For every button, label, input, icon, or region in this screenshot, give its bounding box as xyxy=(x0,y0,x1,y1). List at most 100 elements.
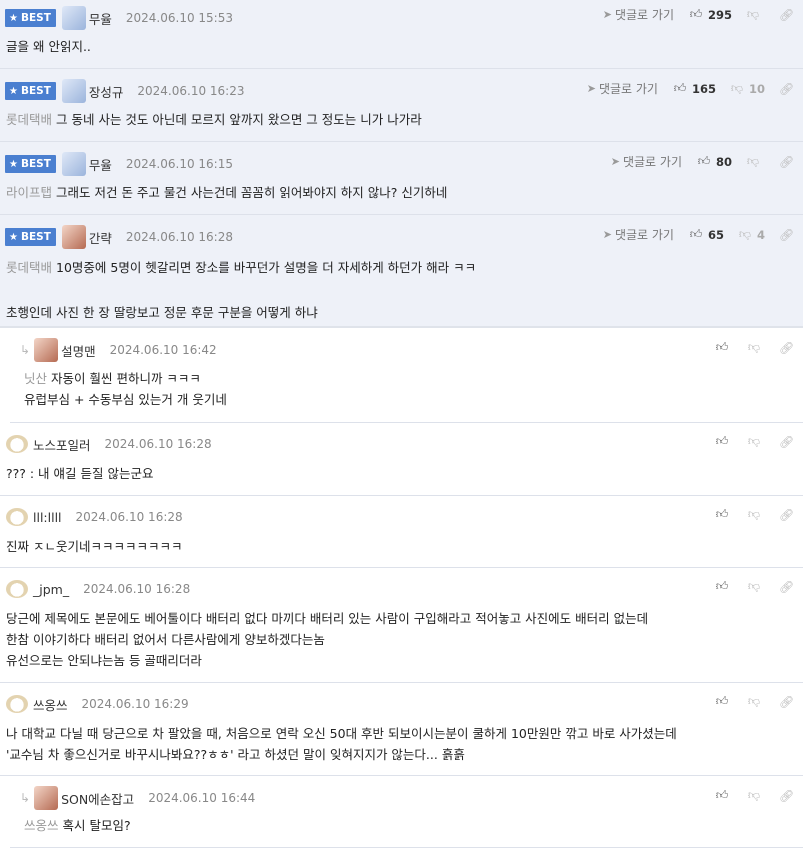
dislike-count: 10 xyxy=(748,81,765,96)
like-count: 295 xyxy=(707,7,732,22)
nickname[interactable]: 설명맨 xyxy=(61,341,96,360)
link-icon[interactable]: 🔗︎ xyxy=(779,155,794,169)
link-icon[interactable]: 🔗︎ xyxy=(779,435,794,449)
thumbs-up-icon[interactable]: 👍︎ xyxy=(715,507,729,522)
nickname[interactable]: 쓰옹쓰 xyxy=(33,695,68,714)
go-to-reply-link[interactable]: ➤ 댓글로 가기 xyxy=(603,226,674,243)
link-icon[interactable]: 🔗︎ xyxy=(779,508,794,522)
thumbs-down-icon: 👎︎ xyxy=(746,154,760,168)
avatar[interactable] xyxy=(34,338,59,362)
best-badge: ★ BEST xyxy=(5,82,56,100)
nickname[interactable]: 간략 xyxy=(89,228,112,247)
comment-body: 롯데택배 10명중에 5명이 헷갈리면 장소를 바꾸던가 설명을 더 자세하게 하… xyxy=(6,260,477,320)
comment-date: 2024.06.10 16:29 xyxy=(81,697,189,711)
comment-body: 글을 왜 안읽지.. xyxy=(6,39,91,54)
reply-comment: ↳ 설명맨 2024.06.10 16:42 👍︎ 👎︎ 🔗︎ 닛산 자동이 훨씬… xyxy=(10,328,803,423)
best-badge: ★ BEST xyxy=(5,155,56,173)
thumbs-up-icon: 👍︎ xyxy=(697,154,711,168)
comment-date: 2024.06.10 15:53 xyxy=(125,11,233,25)
nickname[interactable]: 노스포일러 xyxy=(33,435,91,454)
link-icon[interactable]: 🔗︎ xyxy=(779,580,794,594)
reply-arrow-icon: ➤ xyxy=(602,8,612,21)
link-icon[interactable]: 🔗︎ xyxy=(779,341,794,355)
avatar[interactable] xyxy=(6,577,30,601)
star-icon: ★ xyxy=(9,231,18,243)
comment-date: 2024.06.10 16:28 xyxy=(125,230,233,244)
go-to-reply-link[interactable]: ➤ 댓글로 가기 xyxy=(611,153,682,170)
comment-list: ★ BEST 무율 2024.06.10 15:53 ➤ 댓글로 가기 👍︎ 295 … xyxy=(0,0,803,848)
comment-body: 롯데택배 그 동네 사는 것도 아닌데 모르지 앞까지 왔으면 그 정도는 니가 … xyxy=(6,112,422,127)
link-icon[interactable]: 🔗︎ xyxy=(779,228,794,242)
comment: 노스포일러 2024.06.10 16:28 👍︎ 👎︎ 🔗︎ ??? : 내 … xyxy=(0,423,803,496)
go-to-reply-link[interactable]: ➤ 댓글로 가기 xyxy=(603,6,674,23)
reply-arrow-icon: ➤ xyxy=(602,228,612,241)
user-tag: 쓰옹쓰 xyxy=(24,818,59,833)
nickname[interactable]: lll:llll xyxy=(33,510,62,525)
avatar[interactable] xyxy=(34,786,59,810)
comment-body: ??? : 내 얘길 듣질 않는군요 xyxy=(6,466,154,481)
thumbs-down-icon[interactable]: 👎︎ xyxy=(747,579,761,594)
thumbs-up-icon[interactable]: 👍︎ xyxy=(715,788,729,803)
comment-body: 쓰옹쓰 혹시 탈모임? xyxy=(24,818,131,833)
thumbs-down-icon: 👎︎ xyxy=(746,7,760,21)
thumbs-up-icon[interactable]: 👍︎ xyxy=(715,694,729,709)
nickname[interactable]: SON에손잡고 xyxy=(61,789,134,808)
reply-indicator-icon: ↳ xyxy=(20,791,31,805)
like-button[interactable]: 👍︎ 65 xyxy=(689,227,738,242)
nickname[interactable]: 무율 xyxy=(89,155,112,174)
best-comment: ★ BEST 무율 2024.06.10 16:15 ➤ 댓글로 가기 👍︎ 80 👎… xyxy=(0,142,803,215)
avatar[interactable] xyxy=(61,79,86,103)
comment-date: 2024.06.10 16:44 xyxy=(148,791,256,805)
thumbs-up-icon[interactable]: 👍︎ xyxy=(715,340,729,355)
best-comment: ★ BEST 무율 2024.06.10 15:53 ➤ 댓글로 가기 👍︎ 295 … xyxy=(0,0,803,69)
dislike-button[interactable]: 👎︎ xyxy=(746,154,779,169)
thumbs-up-icon[interactable]: 👍︎ xyxy=(715,434,729,449)
avatar[interactable] xyxy=(6,692,30,716)
link-icon[interactable]: 🔗︎ xyxy=(779,695,794,709)
comment-date: 2024.06.10 16:23 xyxy=(137,84,245,98)
link-icon[interactable]: 🔗︎ xyxy=(779,8,794,22)
thumbs-up-icon: 👍︎ xyxy=(673,81,687,95)
like-count: 80 xyxy=(715,154,732,169)
link-icon[interactable]: 🔗︎ xyxy=(779,82,794,96)
avatar[interactable] xyxy=(6,505,30,529)
user-tag: 라이프탭 xyxy=(6,185,53,200)
like-button[interactable]: 👍︎ 295 xyxy=(689,7,746,22)
dislike-button[interactable]: 👎︎ 4 xyxy=(738,227,779,242)
user-tag: 롯데택배 xyxy=(6,112,53,127)
thumbs-up-icon: 👍︎ xyxy=(689,227,703,241)
thumbs-down-icon[interactable]: 👎︎ xyxy=(747,340,761,355)
comment: _jpm_ 2024.06.10 16:28 👍︎ 👎︎ 🔗︎ 당근에 제목에도… xyxy=(0,568,803,683)
like-button[interactable]: 👍︎ 165 xyxy=(673,81,730,96)
thumbs-down-icon[interactable]: 👎︎ xyxy=(747,507,761,522)
like-count: 65 xyxy=(707,227,724,242)
reply-arrow-icon: ➤ xyxy=(586,82,596,95)
nickname[interactable]: _jpm_ xyxy=(33,582,69,597)
thumbs-up-icon: 👍︎ xyxy=(689,7,703,21)
thumbs-down-icon[interactable]: 👎︎ xyxy=(747,788,761,803)
thumbs-down-icon[interactable]: 👎︎ xyxy=(747,434,761,449)
like-button[interactable]: 👍︎ 80 xyxy=(697,154,746,169)
best-badge: ★ BEST xyxy=(5,228,56,246)
star-icon: ★ xyxy=(9,85,18,97)
nickname[interactable]: 무율 xyxy=(89,9,112,28)
reply-indicator-icon: ↳ xyxy=(20,343,31,357)
avatar[interactable] xyxy=(6,432,30,456)
comment-body: 라이프탭 그래도 저건 돈 주고 물건 사는건데 꼼꼼히 읽어봐야지 하지 않나?… xyxy=(6,185,448,200)
thumbs-up-icon[interactable]: 👍︎ xyxy=(715,579,729,594)
best-comment: ★ BEST 간략 2024.06.10 16:28 ➤ 댓글로 가기 👍︎ 65 👎… xyxy=(0,215,803,328)
comment-date: 2024.06.10 16:28 xyxy=(83,582,191,596)
dislike-button[interactable]: 👎︎ xyxy=(746,7,779,22)
link-icon[interactable]: 🔗︎ xyxy=(779,789,794,803)
avatar[interactable] xyxy=(61,6,86,30)
avatar[interactable] xyxy=(61,225,86,249)
thumbs-down-icon: 👎︎ xyxy=(730,81,744,95)
go-to-reply-link[interactable]: ➤ 댓글로 가기 xyxy=(587,80,658,97)
avatar[interactable] xyxy=(61,152,86,176)
comment-body: 진짜 ㅈㄴ웃기네ㅋㅋㅋㅋㅋㅋㅋㅋ xyxy=(6,539,183,554)
dislike-button[interactable]: 👎︎ 10 xyxy=(730,81,779,96)
nickname[interactable]: 장성규 xyxy=(89,82,124,101)
thumbs-down-icon[interactable]: 👎︎ xyxy=(747,694,761,709)
best-badge: ★ BEST xyxy=(5,9,56,27)
like-count: 165 xyxy=(691,81,716,96)
